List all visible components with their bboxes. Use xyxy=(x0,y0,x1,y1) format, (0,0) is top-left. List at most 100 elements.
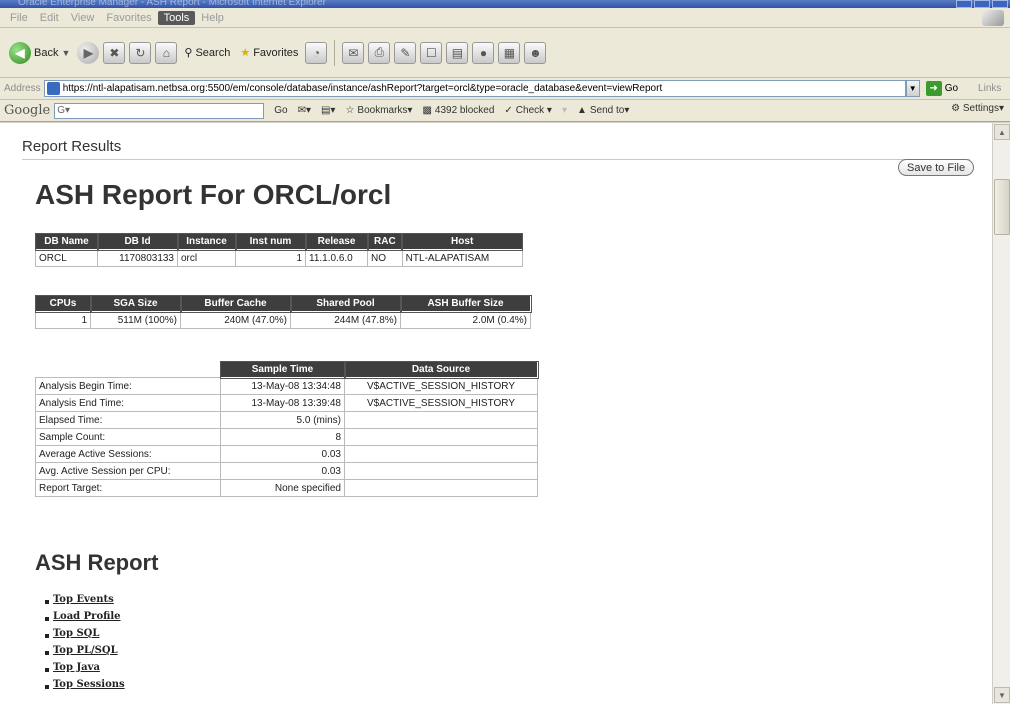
list-item: Top PL/SQL xyxy=(45,642,125,659)
table-cell: 240M (47.0%) xyxy=(180,311,291,329)
table-row: Elapsed Time: 5.0 (mins) xyxy=(35,411,538,429)
go-button[interactable]: ➜ Go xyxy=(925,81,958,96)
menu-favorites[interactable]: Favorites xyxy=(100,11,157,25)
bookmark-star-icon: ☆ xyxy=(345,105,355,116)
table-cell: 2.0M (0.4%) xyxy=(400,311,531,329)
link-load-profile[interactable]: Load Profile xyxy=(53,611,121,622)
popup-blocker[interactable]: ▩ 4392 blocked xyxy=(422,105,494,116)
go-arrow-icon: ➜ xyxy=(925,81,942,96)
memory-table: CPUs SGA Size Buffer Cache Shared Pool A… xyxy=(34,294,532,329)
table-header-row: DB Name DB Id Instance Inst num Release … xyxy=(34,232,524,251)
col-buffer-cache: Buffer Cache xyxy=(179,294,292,313)
toolbox-button[interactable]: ▦ xyxy=(498,41,521,64)
table-cell: 1 xyxy=(35,311,91,329)
google-more-icon[interactable]: ▤▾ xyxy=(321,105,335,116)
link-top-events[interactable]: Top Events xyxy=(53,594,114,605)
menu-file[interactable]: File xyxy=(4,11,34,25)
col-blank xyxy=(35,361,221,378)
wrench-icon: ⚙ xyxy=(951,103,961,114)
bullet-icon xyxy=(45,617,49,621)
refresh-button[interactable]: ↻ xyxy=(129,41,152,64)
print-button[interactable]: ⎙ xyxy=(368,41,391,64)
send-icon: ▲ xyxy=(576,105,587,116)
menu-tools[interactable]: Tools xyxy=(157,10,196,25)
scroll-up-button[interactable]: ▲ xyxy=(994,124,1010,140)
favorites-label: Favorites xyxy=(253,46,299,59)
table-cell xyxy=(344,445,538,463)
col-cpus: CPUs xyxy=(34,294,92,313)
search-button[interactable]: ⚲ Search xyxy=(181,44,233,61)
history-button[interactable]: ◔ xyxy=(305,41,328,64)
minimize-button[interactable] xyxy=(956,0,972,8)
translate-button[interactable]: ▾ xyxy=(562,105,567,116)
table-cell: Sample Count: xyxy=(35,428,221,446)
windows-flag-icon xyxy=(982,10,1004,26)
bullet-icon xyxy=(45,668,49,672)
link-top-java[interactable]: Top Java xyxy=(53,662,100,673)
send-to-button[interactable]: ▲ Send to▾ xyxy=(577,105,629,116)
report-results-header: Report Results xyxy=(22,138,970,160)
maximize-button[interactable] xyxy=(974,0,990,8)
col-db-id: DB Id xyxy=(96,232,179,251)
google-search-input[interactable]: G▾ xyxy=(54,102,265,119)
blocked-label: 4392 blocked xyxy=(434,105,495,116)
back-button[interactable]: ◀ Back ▼ xyxy=(6,40,73,66)
search-icon: ⚲ xyxy=(184,47,193,59)
address-dropdown-button[interactable]: ▼ xyxy=(905,80,920,97)
col-release: Release xyxy=(304,232,369,251)
window-buttons xyxy=(956,0,1008,8)
scroll-down-button[interactable]: ▼ xyxy=(994,687,1010,703)
table-cell: 13-May-08 13:34:48 xyxy=(220,377,345,395)
save-to-file-button[interactable]: Save to File xyxy=(898,159,975,176)
chevron-down-icon: ▼ xyxy=(61,47,71,58)
spellcheck-button[interactable]: ✓ Check ▾ xyxy=(504,105,552,116)
mail-button[interactable]: ✉ xyxy=(342,41,365,64)
window-title: Oracle Enterprise Manager - ASH Report -… xyxy=(18,0,326,8)
close-button[interactable] xyxy=(992,0,1008,8)
table-cell: Analysis End Time: xyxy=(35,394,221,412)
address-label: Address xyxy=(4,83,41,94)
table-cell xyxy=(344,479,538,497)
table-cell: NO xyxy=(367,249,403,267)
research-button[interactable]: ▤ xyxy=(446,41,469,64)
favorites-button[interactable]: ★ Favorites xyxy=(237,44,301,61)
discuss-button[interactable]: ☐ xyxy=(420,41,443,64)
edit-button[interactable]: ✎ xyxy=(394,41,417,64)
bookmarks-button[interactable]: ☆ Bookmarks▾ xyxy=(345,105,412,116)
report-results-title: Report Results xyxy=(22,138,122,155)
menu-help[interactable]: Help xyxy=(195,11,230,25)
messenger-button[interactable]: ● xyxy=(472,41,495,64)
table-cell: Avg. Active Session per CPU: xyxy=(35,462,221,480)
search-label: Search xyxy=(195,46,231,59)
stop-button[interactable]: ✖ xyxy=(103,41,126,64)
google-go-label: Go xyxy=(274,105,288,116)
gmail-icon[interactable]: ✉▾ xyxy=(298,105,311,116)
link-top-plsql[interactable]: Top PL/SQL xyxy=(53,645,118,656)
vertical-scrollbar[interactable]: ▲ ▼ xyxy=(992,123,1010,704)
forward-button[interactable]: ▶ xyxy=(77,41,100,64)
table-cell: Analysis Begin Time: xyxy=(35,377,221,395)
links-button[interactable]: Links xyxy=(978,83,1001,94)
table-row: ORCL 1170803133 orcl 1 11.1.0.6.0 NO NTL… xyxy=(35,249,523,267)
report-title: ASH Report For ORCL/orcl xyxy=(35,179,392,210)
google-go-button[interactable]: Go xyxy=(274,105,287,116)
table-cell: NTL-ALAPATISAM xyxy=(401,249,523,267)
address-url: https://ntl-alapatisam.netbsa.org:5500/e… xyxy=(62,83,663,94)
address-input[interactable]: https://ntl-alapatisam.netbsa.org:5500/e… xyxy=(43,80,906,97)
people-button[interactable]: ☻ xyxy=(524,41,547,64)
table-cell: 5.0 (mins) xyxy=(220,411,345,429)
star-icon: ★ xyxy=(240,47,251,59)
link-top-sessions[interactable]: Top Sessions xyxy=(53,679,125,690)
back-label: Back xyxy=(34,46,59,59)
table-row: Analysis Begin Time: 13-May-08 13:34:48 … xyxy=(35,377,538,395)
settings-button[interactable]: ⚙ Settings▾ xyxy=(951,103,1004,114)
menu-edit[interactable]: Edit xyxy=(34,11,65,25)
scroll-thumb[interactable] xyxy=(994,179,1010,235)
home-button[interactable]: ⌂ xyxy=(155,41,178,64)
menu-view[interactable]: View xyxy=(65,11,101,25)
bullet-icon xyxy=(45,685,49,689)
table-cell: 13-May-08 13:39:48 xyxy=(220,394,345,412)
table-cell: 11.1.0.6.0 xyxy=(305,249,368,267)
spellcheck-icon: ✓ xyxy=(504,105,513,116)
link-top-sql[interactable]: Top SQL xyxy=(53,628,99,639)
